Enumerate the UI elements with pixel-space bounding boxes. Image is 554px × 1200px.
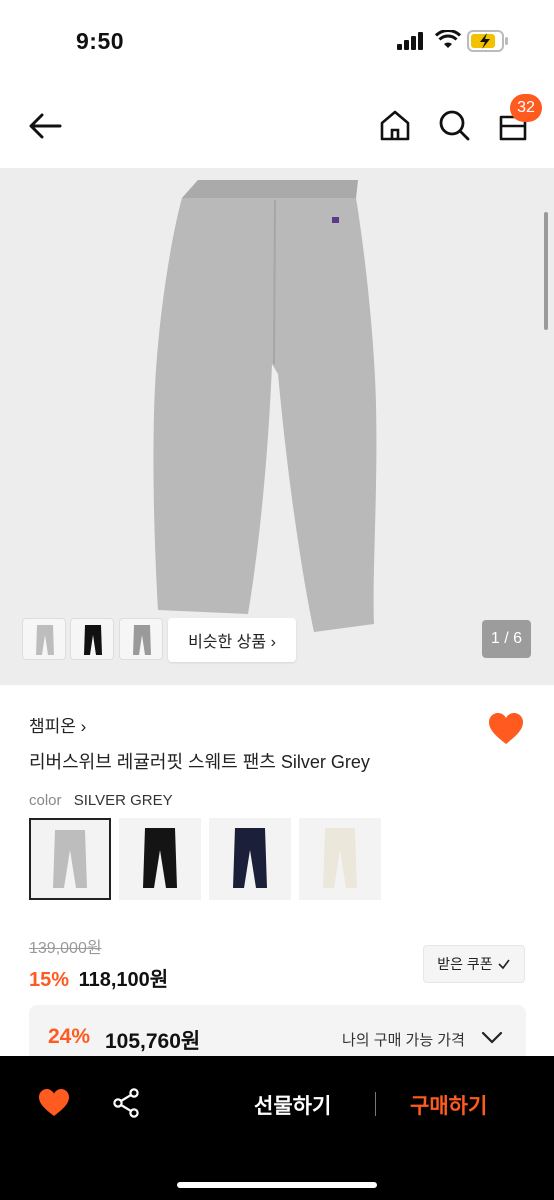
gallery-scrollbar[interactable] (544, 212, 548, 330)
cart-count-badge: 32 (510, 94, 542, 122)
share-icon[interactable] (112, 1088, 140, 1118)
swatch-image (323, 828, 357, 888)
gallery-thumb-2[interactable] (70, 618, 114, 660)
gallery-thumb-3[interactable] (119, 618, 163, 660)
gallery-pager: 1 / 6 (482, 620, 531, 658)
color-value: SILVER GREY (73, 792, 173, 809)
discount-price: 118,100원 (78, 969, 169, 991)
received-coupon-button[interactable]: 받은 쿠폰 (423, 945, 525, 983)
bar-divider (375, 1092, 376, 1116)
swatch-image (143, 828, 177, 888)
swatch-image (53, 830, 87, 888)
status-time: 9:50 (76, 28, 125, 54)
my-price-label: 나의 구매 가능 가격 (342, 1032, 465, 1049)
top-nav: 32 (0, 84, 554, 168)
status-bar: 9:50 (0, 0, 554, 84)
home-indicator (177, 1182, 377, 1188)
signal-icon (397, 32, 423, 50)
original-price: 139,000원 (29, 940, 102, 957)
color-swatch-navy[interactable] (209, 818, 291, 900)
buy-button[interactable]: 구매하기 (410, 1090, 487, 1120)
brand-link[interactable]: 챔피온 › (29, 712, 86, 737)
thumb-image (84, 625, 102, 655)
bottom-action-bar: 선물하기 구매하기 (0, 1056, 554, 1200)
product-image (153, 180, 377, 632)
best-percent: 24% (48, 1025, 91, 1048)
color-swatch-black[interactable] (119, 818, 201, 900)
battery-icon (467, 30, 508, 52)
best-price: 105,760원 (105, 1030, 201, 1053)
heart-icon[interactable] (488, 712, 524, 746)
gift-button[interactable]: 선물하기 (254, 1090, 331, 1120)
wifi-icon (435, 30, 461, 48)
color-label: color (29, 792, 62, 809)
product-gallery[interactable]: 비슷한 상품 › 1 / 6 (0, 168, 554, 685)
color-swatch-cream[interactable] (299, 818, 381, 900)
chevron-down-icon[interactable] (481, 1031, 503, 1045)
thumb-image (36, 625, 54, 655)
home-icon[interactable] (378, 108, 412, 142)
coupon-label: 받은 쿠폰 (437, 956, 493, 972)
discount-percent: 15% (29, 969, 70, 991)
color-swatch-silver-grey[interactable] (29, 818, 111, 900)
back-arrow-icon[interactable] (26, 108, 66, 144)
color-row: color SILVER GREY (29, 792, 173, 809)
search-icon[interactable] (437, 108, 471, 142)
discount-price-row: 15% 118,100원 (29, 963, 168, 992)
check-icon (498, 959, 510, 970)
swatch-image (233, 828, 267, 888)
heart-icon[interactable] (38, 1088, 70, 1118)
product-title: 리버스위브 레귤러핏 스웨트 팬츠 Silver Grey (29, 752, 370, 772)
gallery-thumb-1[interactable] (22, 618, 66, 660)
thumb-image (133, 625, 151, 655)
similar-products-button[interactable]: 비슷한 상품 › (168, 618, 296, 662)
